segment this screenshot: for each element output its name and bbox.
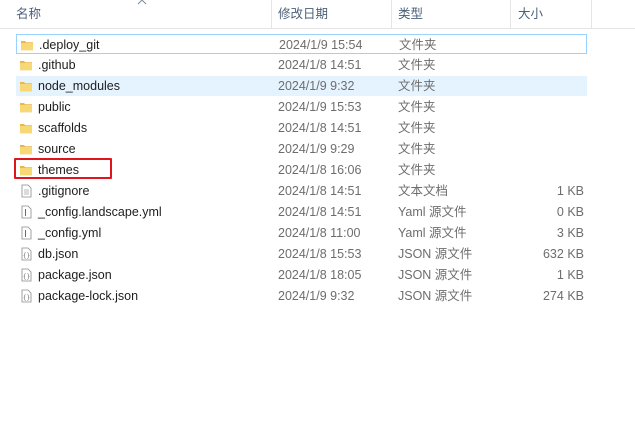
json-file-icon: {} <box>19 268 33 282</box>
file-row[interactable]: public 2024/1/9 15:53 文件夹 <box>16 97 587 117</box>
file-type: JSON 源文件 <box>398 247 473 261</box>
file-type: 文件夹 <box>398 121 436 135</box>
file-size: 0 KB <box>556 205 584 219</box>
file-row[interactable]: node_modules 2024/1/9 9:32 文件夹 <box>16 76 587 96</box>
file-modified-date: 2024/1/9 9:32 <box>278 289 355 303</box>
file-row[interactable]: _config.landscape.yml 2024/1/8 14:51 Yaml … <box>16 202 587 222</box>
file-modified-date: 2024/1/9 9:32 <box>278 79 355 93</box>
file-modified-date: 2024/1/8 14:51 <box>278 184 362 198</box>
file-name: scaffolds <box>38 121 88 135</box>
file-modified-date: 2024/1/9 9:29 <box>278 142 355 156</box>
folder-icon <box>19 121 33 135</box>
folder-icon <box>20 38 34 52</box>
column-divider[interactable] <box>510 0 511 28</box>
file-type: Yaml 源文件 <box>398 226 467 240</box>
column-divider[interactable] <box>271 0 272 28</box>
file-name: node_modules <box>38 79 121 93</box>
file-name: source <box>38 142 76 156</box>
folder-icon <box>19 79 33 93</box>
annotation-highlight-box <box>14 158 112 179</box>
file-modified-date: 2024/1/9 15:54 <box>279 38 363 52</box>
file-modified-date: 2024/1/9 15:53 <box>278 100 362 114</box>
file-row[interactable]: .deploy_git 2024/1/9 15:54 文件夹 <box>16 34 587 54</box>
file-row[interactable]: source 2024/1/9 9:29 文件夹 <box>16 139 587 159</box>
svg-text:{}: {} <box>23 253 30 260</box>
folder-icon <box>19 142 33 156</box>
column-header-type[interactable]: 类型 <box>398 0 508 28</box>
folder-icon <box>19 100 33 114</box>
file-modified-date: 2024/1/8 16:06 <box>278 163 362 177</box>
file-name: _config.yml <box>38 226 102 240</box>
column-header-name[interactable]: 名称 <box>16 0 266 28</box>
file-size: 274 KB <box>542 289 584 303</box>
column-header-size[interactable]: 大小 <box>518 0 588 28</box>
file-name: _config.landscape.yml <box>38 205 162 219</box>
file-name: .gitignore <box>38 184 90 198</box>
file-row[interactable]: {} package-lock.json 2024/1/9 9:32 JSON 源文件… <box>16 286 587 306</box>
file-type: 文件夹 <box>398 79 436 93</box>
file-type: 文件夹 <box>398 163 436 177</box>
file-size: 3 KB <box>556 226 584 240</box>
file-name: package-lock.json <box>38 289 139 303</box>
json-file-icon: {} <box>19 289 33 303</box>
column-divider[interactable] <box>591 0 592 28</box>
file-modified-date: 2024/1/8 15:53 <box>278 247 362 261</box>
file-row[interactable]: scaffolds 2024/1/8 14:51 文件夹 <box>16 118 587 138</box>
file-modified-date: 2024/1/8 14:51 <box>278 58 362 72</box>
file-size: 1 KB <box>556 184 584 198</box>
file-modified-date: 2024/1/8 14:51 <box>278 205 362 219</box>
folder-icon <box>19 58 33 72</box>
file-row[interactable]: .gitignore 2024/1/8 14:51 文本文档 1 KB <box>16 181 587 201</box>
file-modified-date: 2024/1/8 11:00 <box>278 226 361 240</box>
file-type: 文件夹 <box>398 100 436 114</box>
file-size: 1 KB <box>556 268 584 282</box>
file-explorer: 名称 修改日期 类型 大小 .deploy_git 2024/1/9 15:54 文… <box>0 0 635 437</box>
file-name: .deploy_git <box>39 38 100 52</box>
file-row[interactable]: .github 2024/1/8 14:51 文件夹 <box>16 55 587 75</box>
file-size: 632 KB <box>542 247 584 261</box>
json-file-icon: {} <box>19 247 33 261</box>
yaml-file-icon <box>19 226 33 240</box>
file-row[interactable]: _config.yml 2024/1/8 11:00 Yaml 源文件 3 KB <box>16 223 587 243</box>
file-type: 文件夹 <box>398 58 436 72</box>
file-type: 文本文档 <box>398 184 449 198</box>
column-header-date[interactable]: 修改日期 <box>278 0 388 28</box>
file-name: db.json <box>38 247 79 261</box>
file-modified-date: 2024/1/8 14:51 <box>278 121 362 135</box>
file-name: .github <box>38 58 76 72</box>
yaml-file-icon <box>19 205 33 219</box>
column-divider[interactable] <box>391 0 392 28</box>
file-modified-date: 2024/1/8 18:05 <box>278 268 362 282</box>
file-name: public <box>38 100 71 114</box>
file-type: JSON 源文件 <box>398 289 473 303</box>
file-name: package.json <box>38 268 112 282</box>
column-header-bar: 名称 修改日期 类型 大小 <box>0 0 635 29</box>
file-type: 文件夹 <box>399 38 437 52</box>
file-row[interactable]: {} package.json 2024/1/8 18:05 JSON 源文件 1 KB <box>16 265 587 285</box>
file-row[interactable]: {} db.json 2024/1/8 15:53 JSON 源文件 632 KB <box>16 244 587 264</box>
text-file-icon <box>19 184 33 198</box>
file-type: 文件夹 <box>398 142 436 156</box>
file-type: JSON 源文件 <box>398 268 473 282</box>
svg-text:{}: {} <box>23 295 30 302</box>
file-type: Yaml 源文件 <box>398 205 467 219</box>
svg-text:{}: {} <box>23 274 30 281</box>
